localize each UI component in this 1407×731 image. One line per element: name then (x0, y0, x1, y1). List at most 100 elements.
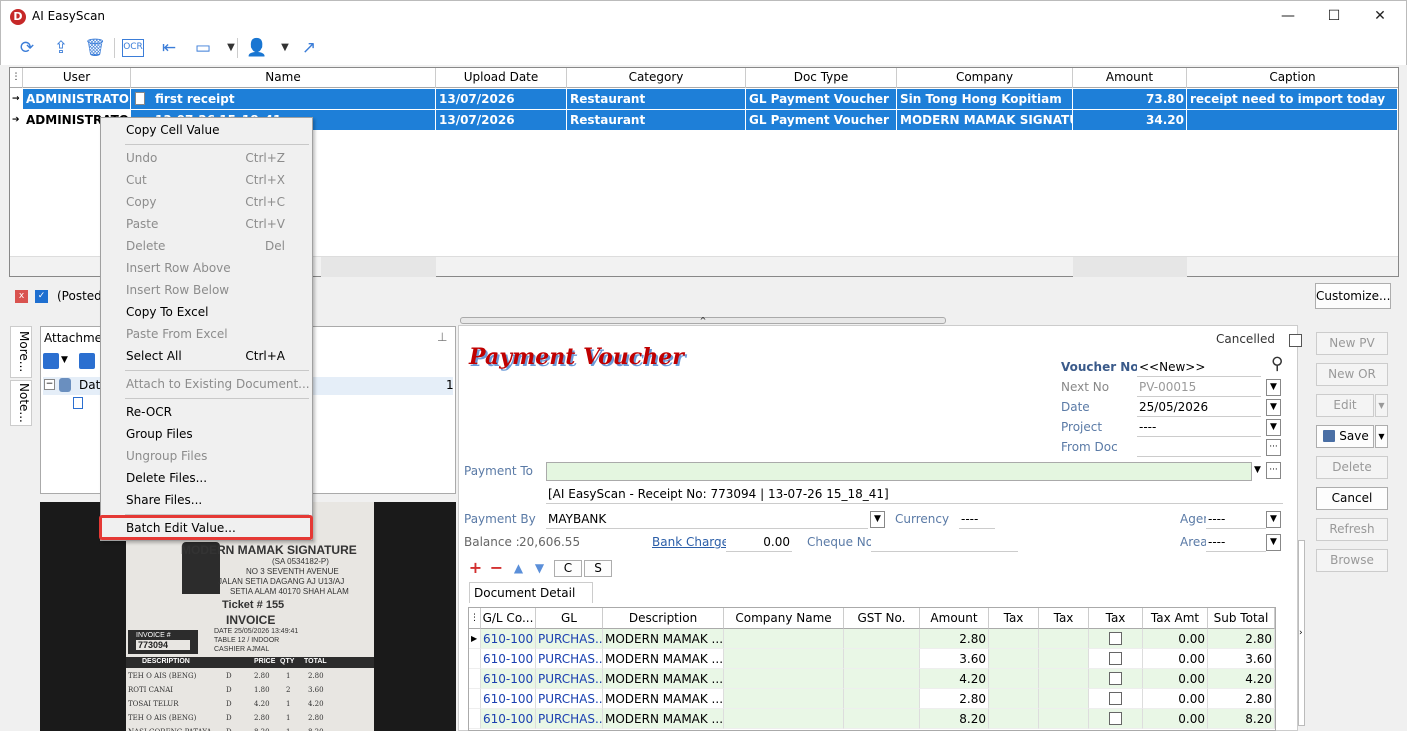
detail-cell-amount[interactable]: 2.80 (920, 689, 989, 709)
column-header[interactable]: Company Name (724, 608, 844, 629)
menu-item[interactable]: Delete Del (102, 235, 311, 257)
payment-to-browse[interactable]: ··· (1266, 462, 1281, 479)
column-header[interactable]: G/L Co... (481, 608, 536, 629)
maximize-button[interactable]: ☐ (1311, 1, 1357, 32)
menu-item[interactable]: Insert Row Above (102, 257, 311, 279)
detail-cell-empty[interactable] (844, 689, 920, 709)
column-header[interactable]: Caption (1187, 68, 1398, 88)
new-or-button[interactable]: New OR (1316, 363, 1388, 386)
payment-to-field[interactable] (546, 462, 1252, 481)
cell-caption[interactable]: receipt need to import today (1187, 89, 1398, 109)
table-row[interactable]: → ADMINISTRATOR first receipt 13/07/2026… (10, 89, 1398, 110)
cell-caption[interactable] (1187, 110, 1398, 130)
project-field[interactable]: ---- (1137, 418, 1261, 437)
detail-cell-empty[interactable] (844, 649, 920, 669)
currency-field[interactable]: ---- (959, 510, 995, 529)
delete-button[interactable]: Delete (1316, 456, 1388, 479)
refresh-button[interactable]: Refresh (1316, 518, 1388, 541)
table-row[interactable]: 610-100 PURCHAS... MODERN MAMAK ... 8.20 0.0… (469, 709, 1275, 729)
from-doc-browse[interactable]: ··· (1266, 439, 1281, 456)
grid-menu-icon[interactable]: ⋮ (469, 608, 481, 629)
checkbox-box[interactable] (1109, 712, 1122, 725)
user-icon[interactable]: 👤 (245, 37, 269, 59)
detail-cell-desc[interactable]: MODERN MAMAK ... (603, 629, 724, 649)
splitter-handle[interactable]: ^ (460, 317, 946, 325)
link-icon[interactable] (43, 353, 59, 369)
table-row[interactable]: ▶ 610-100 PURCHAS... MODERN MAMAK ... 2.80 0.… (469, 629, 1275, 649)
voucher-no-field[interactable]: <<New>> (1137, 358, 1261, 377)
next-no-dropdown[interactable]: ▼ (1266, 379, 1281, 396)
bank-charge-field[interactable]: 0.00 (726, 533, 792, 552)
checkbox-box[interactable] (1109, 632, 1122, 645)
upload-icon[interactable]: ⇪ (49, 37, 73, 59)
menu-item[interactable]: Paste From Excel (102, 323, 311, 345)
tax-inclusive-checkbox[interactable] (1089, 669, 1143, 689)
detail-cell-empty[interactable] (1039, 669, 1089, 689)
detail-cell-gl[interactable]: 610-100 (481, 709, 536, 729)
detail-cell-amount[interactable]: 3.60 (920, 649, 989, 669)
file-icon[interactable] (73, 397, 83, 409)
detail-cell-amount[interactable]: 8.20 (920, 709, 989, 729)
grid-menu-icon[interactable]: ⋮ (10, 68, 23, 88)
detail-cell-desc[interactable]: MODERN MAMAK ... (603, 709, 724, 729)
detail-cell-desc[interactable]: MODERN MAMAK ... (603, 649, 724, 669)
layout-icon[interactable]: ▭ (191, 37, 215, 59)
detail-cell-tax-amt[interactable]: 0.00 (1143, 709, 1208, 729)
cell-upload-date[interactable]: 13/07/2026 (436, 110, 567, 130)
detail-cell-gl[interactable]: 610-100 (481, 629, 536, 649)
detail-cell-empty[interactable] (989, 709, 1039, 729)
collapse-icon[interactable]: − (44, 379, 55, 390)
minimize-button[interactable]: — (1265, 1, 1311, 32)
browse-button[interactable]: Browse (1316, 549, 1388, 572)
trash-icon[interactable] (79, 353, 95, 369)
checkbox-box[interactable] (1109, 692, 1122, 705)
cell-name[interactable]: first receipt (131, 89, 436, 109)
payment-to-dropdown[interactable]: ▼ (1250, 463, 1265, 480)
tab-document-detail-grid[interactable]: Document Detail Grid (469, 582, 593, 620)
save-button[interactable]: Save (1316, 425, 1374, 448)
column-header[interactable]: Doc Type (746, 68, 897, 88)
column-header[interactable]: Amount (1073, 68, 1187, 88)
tab-note[interactable]: Note... (10, 380, 32, 426)
detail-cell-empty[interactable] (989, 649, 1039, 669)
column-header[interactable]: GL Descri... (536, 608, 603, 645)
description-field[interactable]: [AI EasyScan - Receipt No: 773094 | 13-0… (546, 485, 1283, 504)
date-dropdown[interactable]: ▼ (1266, 399, 1281, 416)
detail-cell-empty[interactable] (724, 649, 844, 669)
payment-by-dropdown[interactable]: ▼ (870, 511, 885, 528)
detail-cell-sub[interactable]: 4.20 (1208, 669, 1275, 689)
ocr-icon[interactable]: OCR (122, 39, 144, 57)
cell-amount[interactable]: 34.20 (1073, 110, 1187, 130)
chevron-down-icon[interactable]: ▼ (61, 355, 68, 365)
menu-item[interactable]: Cut Ctrl+X (102, 169, 311, 191)
cancelled-checkbox[interactable] (1289, 334, 1302, 347)
detail-cell-desc[interactable]: MODERN MAMAK ... (603, 689, 724, 709)
table-row[interactable]: 610-100 PURCHAS... MODERN MAMAK ... 3.60 0.0… (469, 649, 1275, 669)
collapse-panel-icon[interactable]: ⇤ (157, 37, 181, 59)
menu-item[interactable]: Copy Cell Value (102, 119, 311, 141)
detail-cell-gldesc[interactable]: PURCHAS... (536, 629, 603, 649)
cell-upload-date[interactable]: 13/07/2026 (436, 89, 567, 109)
cell-doc-type[interactable]: GL Payment Voucher (746, 89, 897, 109)
menu-item[interactable]: Group Files (102, 423, 311, 445)
menu-item[interactable]: Copy To Excel (102, 301, 311, 323)
detail-cell-empty[interactable] (1039, 689, 1089, 709)
tax-inclusive-checkbox[interactable] (1089, 709, 1143, 729)
table-row[interactable]: 610-100 PURCHAS... MODERN MAMAK ... 4.20 0.0… (469, 669, 1275, 689)
detail-cell-tax-amt[interactable]: 0.00 (1143, 669, 1208, 689)
move-down-icon[interactable]: ▼ (531, 560, 548, 577)
column-header[interactable]: GST No. (844, 608, 920, 629)
agent-dropdown[interactable]: ▼ (1266, 511, 1281, 528)
detail-cell-amount[interactable]: 2.80 (920, 629, 989, 649)
column-header[interactable]: Tax Incl... (1089, 608, 1143, 645)
detail-cell-gldesc[interactable]: PURCHAS... (536, 689, 603, 709)
clear-filter-icon[interactable]: x (15, 290, 28, 303)
agent-field[interactable]: ---- (1206, 510, 1266, 529)
detail-cell-gldesc[interactable]: PURCHAS... (536, 649, 603, 669)
chevron-down-icon[interactable]: ▼ (273, 37, 297, 59)
payment-by-field[interactable]: MAYBANK (546, 510, 868, 529)
cell-user[interactable]: ADMINISTRATOR (23, 89, 131, 109)
edit-dropdown[interactable]: ▼ (1375, 394, 1388, 417)
checkbox-box[interactable] (1109, 652, 1122, 665)
tax-inclusive-checkbox[interactable] (1089, 689, 1143, 709)
